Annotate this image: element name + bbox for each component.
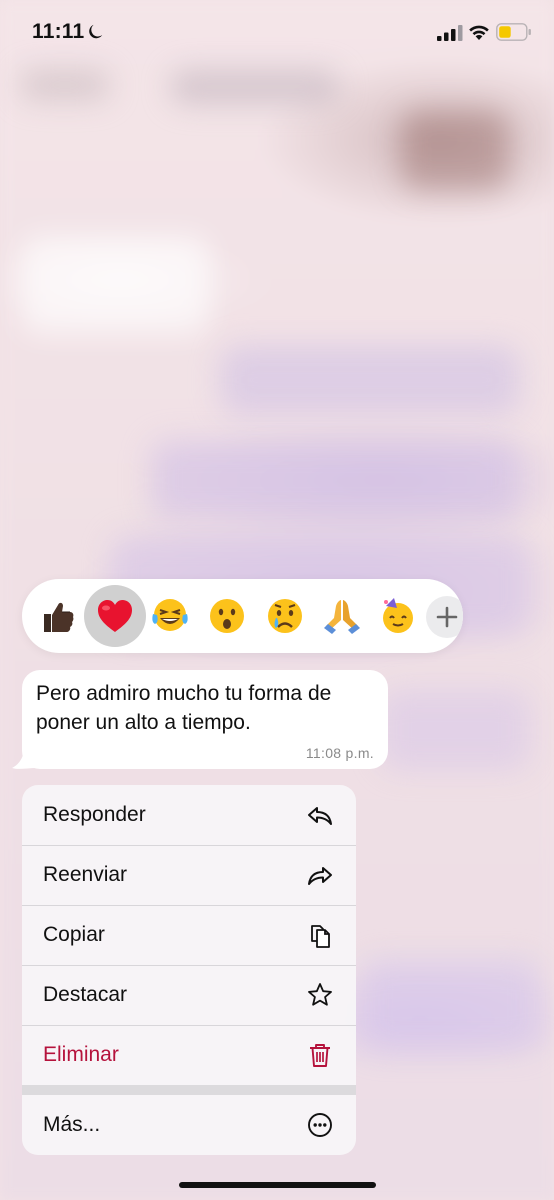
blurred-shape (20, 235, 210, 335)
copy-icon (306, 921, 334, 949)
menu-section-gap (22, 1085, 356, 1095)
reaction-tears-of-joy[interactable] (142, 588, 198, 644)
forward-icon (306, 861, 334, 889)
surprised-face-icon (210, 599, 244, 633)
heart-icon (98, 600, 132, 632)
thumbs-up-icon (44, 602, 74, 632)
blurred-shape (20, 70, 110, 100)
status-bar: 11:11 (0, 0, 554, 68)
menu-item-reply[interactable]: Responder (22, 785, 356, 845)
blurred-shape (380, 690, 530, 770)
message-time: 11:08 p.m. (305, 745, 374, 761)
reply-icon (306, 801, 334, 829)
moon-icon (89, 24, 103, 39)
status-time: 11:11 (32, 20, 85, 43)
menu-item-label: Destacar (43, 983, 128, 1006)
home-indicator[interactable] (179, 1182, 376, 1188)
reaction-folded-hands[interactable] (314, 588, 370, 644)
blurred-shape (170, 70, 340, 104)
menu-item-star[interactable]: Destacar (22, 965, 356, 1025)
menu-item-label: Copiar (43, 923, 105, 946)
blurred-shape (360, 960, 540, 1050)
folded-hands-icon (324, 600, 360, 634)
menu-item-forward[interactable]: Reenviar (22, 845, 356, 905)
party-face-icon (383, 598, 413, 633)
menu-item-copy[interactable]: Copiar (22, 905, 356, 965)
trash-icon (306, 1041, 334, 1069)
star-icon (306, 981, 334, 1009)
context-menu: Responder Reenviar Copiar Destacar Elimi… (22, 785, 356, 1155)
crying-face-icon (268, 599, 302, 633)
battery-icon (496, 23, 531, 41)
plus-icon (436, 606, 458, 628)
menu-item-label: Reenviar (43, 863, 128, 886)
blurred-shape (400, 110, 510, 190)
blurred-shape (150, 440, 520, 520)
reaction-thumbs-up[interactable] (30, 588, 86, 644)
reaction-surprised[interactable] (199, 588, 255, 644)
menu-item-label: Más... (43, 1113, 101, 1136)
tears-of-joy-icon (152, 599, 188, 631)
menu-item-delete[interactable]: Eliminar (22, 1025, 356, 1085)
message-bubble[interactable]: Pero admiro mucho tu forma de poner un a… (22, 670, 388, 769)
blurred-shape (220, 345, 520, 415)
wifi-icon (469, 25, 489, 40)
reaction-bar (22, 579, 463, 653)
menu-item-more[interactable]: Más... (22, 1095, 356, 1155)
more-circle-icon (306, 1111, 334, 1139)
reaction-party-face[interactable] (370, 588, 426, 644)
cellular-signal-icon (437, 25, 463, 41)
reaction-crying[interactable] (257, 588, 313, 644)
more-reactions-button[interactable] (426, 596, 463, 638)
menu-item-label: Eliminar (43, 1043, 119, 1066)
menu-item-label: Responder (43, 803, 146, 826)
reaction-heart[interactable] (84, 585, 146, 647)
message-text: Pero admiro mucho tu forma de poner un a… (36, 682, 332, 734)
